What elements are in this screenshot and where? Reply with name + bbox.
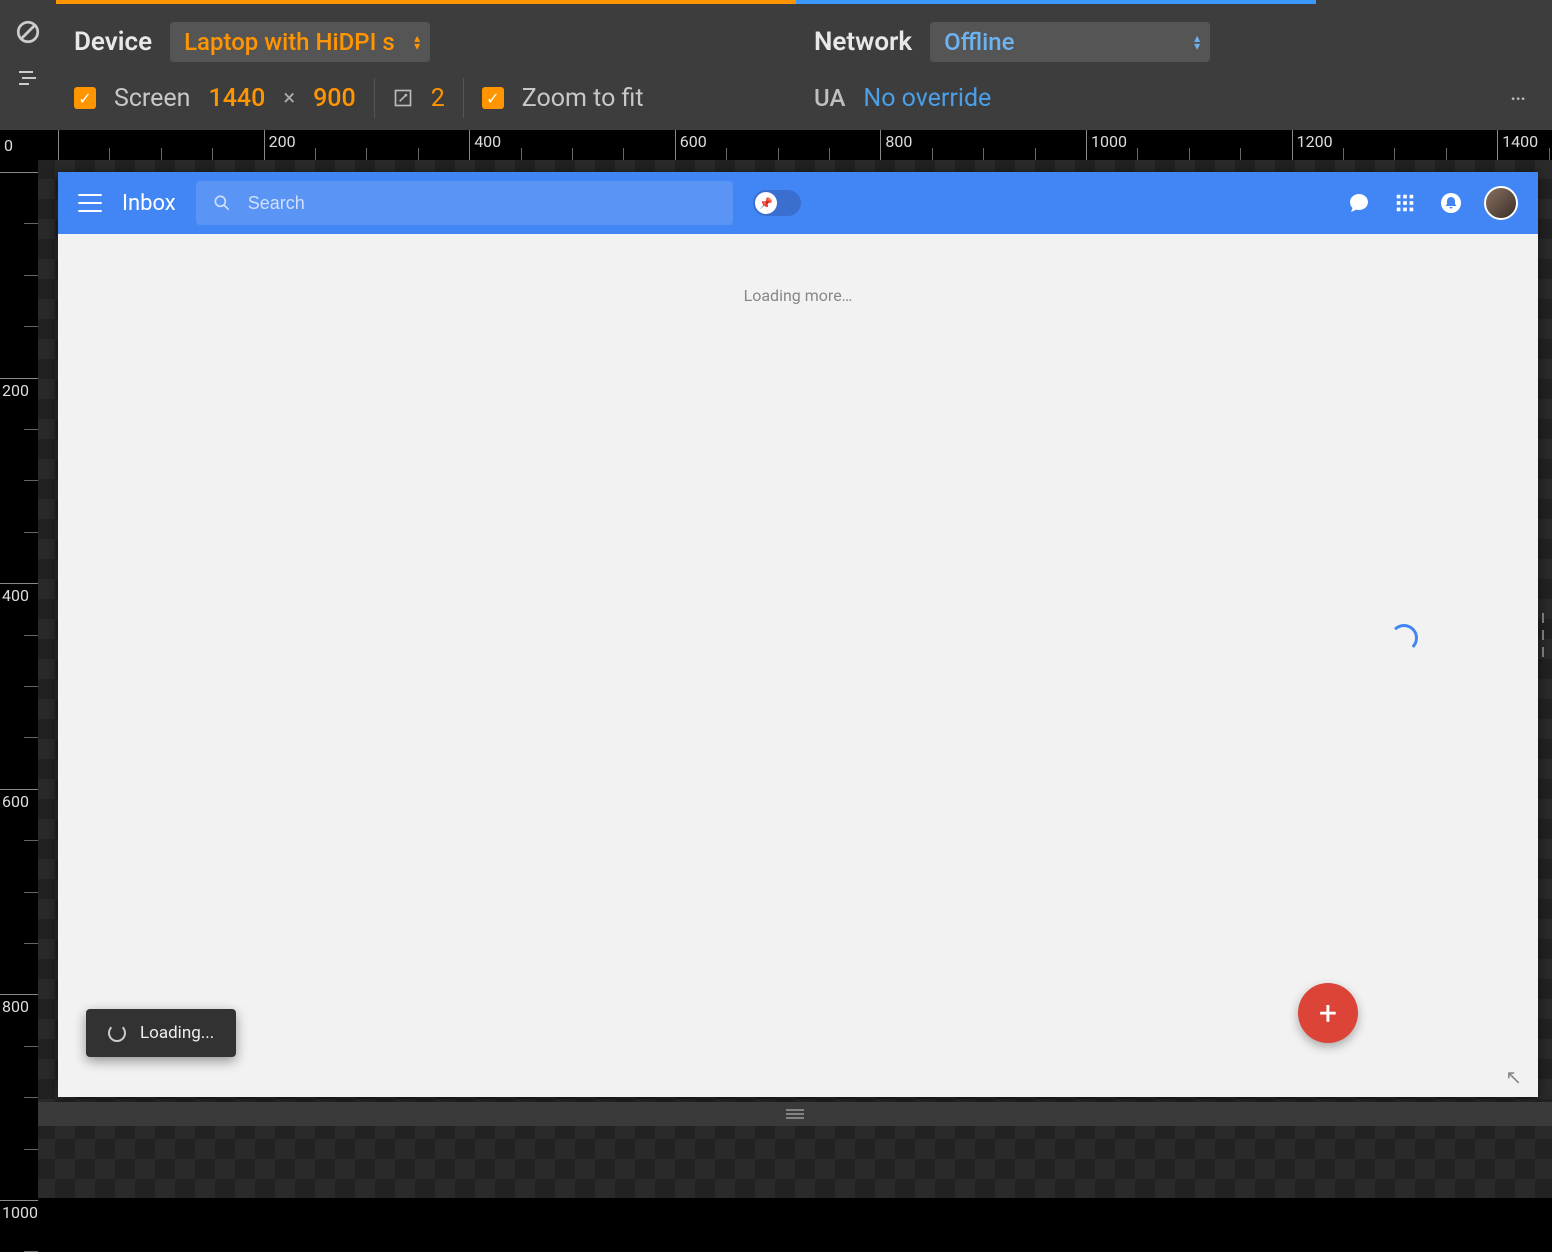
search-bar[interactable] (196, 181, 733, 225)
avatar[interactable] (1484, 186, 1518, 220)
resize-handle-icon[interactable]: ↖ (1505, 1065, 1522, 1089)
device-label: Device (74, 27, 152, 57)
app-title[interactable]: Inbox (122, 191, 176, 216)
apps-icon[interactable] (1392, 190, 1418, 216)
ua-value[interactable]: No override (863, 84, 991, 113)
ruler-origin: 0 (4, 136, 13, 155)
pin-icon: 📌 (755, 192, 777, 214)
network-panel: Network Offline UA No override (796, 0, 1316, 130)
compose-button[interactable]: + (1298, 983, 1358, 1043)
device-toolbar: Device Laptop with HiDPI s ✓ Screen 1440… (56, 0, 1552, 130)
chat-icon[interactable] (1346, 190, 1372, 216)
spinner-icon (108, 1024, 126, 1042)
no-entry-icon[interactable] (14, 18, 42, 46)
ua-label: UA (814, 84, 845, 112)
device-select[interactable]: Laptop with HiDPI s (170, 22, 430, 62)
resize-handle-right[interactable] (1534, 610, 1552, 660)
loading-more-text: Loading more… (58, 234, 1538, 305)
spinner-icon (1390, 624, 1418, 652)
zoom-checkbox[interactable]: ✓ (482, 87, 504, 109)
times-icon: × (283, 86, 295, 111)
more-icon[interactable]: … (1510, 78, 1528, 106)
chevron-updown-icon (1194, 34, 1200, 50)
menu-icon[interactable] (78, 191, 102, 215)
drawer-handle[interactable] (38, 1102, 1552, 1126)
device-frame: Inbox 📌 Loading more… + (58, 172, 1538, 1097)
network-label: Network (814, 27, 912, 57)
screen-checkbox[interactable]: ✓ (74, 87, 96, 109)
loading-toast: Loading... (86, 1009, 236, 1057)
screen-width[interactable]: 1440 (209, 84, 266, 113)
zoom-label: Zoom to fit (522, 84, 644, 113)
screen-height[interactable]: 900 (313, 84, 356, 113)
chevron-updown-icon (414, 34, 420, 50)
device-panel: Device Laptop with HiDPI s ✓ Screen 1440… (56, 0, 796, 130)
search-icon (212, 193, 232, 213)
ruler-horizontal[interactable]: 200400600800100012001400 (38, 130, 1552, 160)
screen-label: Screen (114, 84, 191, 113)
divider (463, 78, 464, 118)
notifications-icon[interactable] (1438, 190, 1464, 216)
filter-icon[interactable] (14, 64, 42, 92)
network-select-value: Offline (944, 28, 1014, 56)
divider (374, 78, 375, 118)
viewport-area: Inbox 📌 Loading more… + (38, 160, 1552, 1198)
search-input[interactable] (248, 193, 717, 214)
dpr-value[interactable]: 2 (431, 84, 445, 113)
pin-toggle[interactable]: 📌 (753, 190, 801, 216)
devtools-sidebar (0, 0, 56, 130)
toast-text: Loading... (140, 1023, 214, 1043)
inbox-header: Inbox 📌 (58, 172, 1538, 234)
inbox-body: Loading more… + Loading... ↖ (58, 234, 1538, 1097)
network-select[interactable]: Offline (930, 22, 1210, 62)
device-select-value: Laptop with HiDPI s (184, 28, 395, 56)
dpr-icon (393, 88, 413, 108)
ruler-vertical[interactable]: 2004006008001000 (0, 160, 38, 1198)
